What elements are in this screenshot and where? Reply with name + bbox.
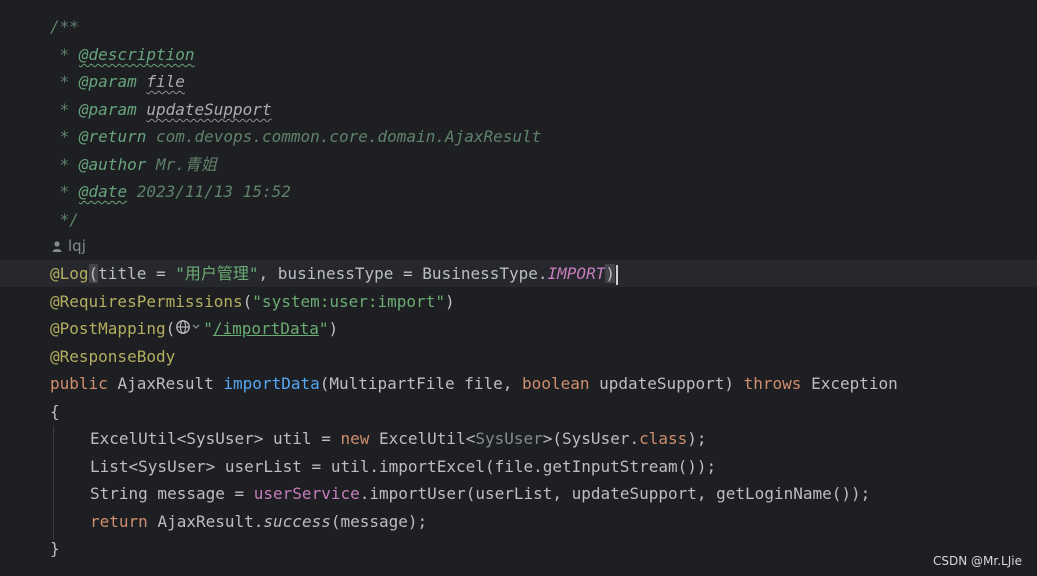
javadoc-description-line: * @description: [50, 45, 195, 64]
postmapping-url-link[interactable]: /importData: [213, 319, 319, 338]
code-line-return[interactable]: return AjaxResult.success(message);: [90, 508, 427, 535]
code-line-userlist[interactable]: List<SysUser> userList = util.importExce…: [90, 453, 716, 480]
javadoc-date-value: 2023/11/13 15:52: [136, 182, 291, 201]
code-line-open-brace[interactable]: {: [50, 398, 60, 425]
javadoc-param-file-line: * @param file: [50, 72, 185, 91]
javadoc-param-name: file: [146, 72, 185, 91]
code-line-requires-permissions[interactable]: @RequiresPermissions("system:user:import…: [50, 288, 455, 315]
javadoc-open: /**: [50, 17, 79, 36]
javadoc-return-tag: @return: [78, 127, 147, 146]
javadoc-param-tag: @param: [78, 100, 137, 119]
javadoc-date-tag: @date: [78, 182, 128, 201]
javadoc-param-name: updateSupport: [146, 100, 272, 119]
annotation-log: @Log: [50, 264, 89, 283]
code-line-excelutil[interactable]: ExcelUtil<SysUser> util = new ExcelUtil<…: [90, 425, 707, 452]
javadoc-close: */: [59, 210, 79, 229]
javadoc-param-update-line: * @param updateSupport: [50, 100, 272, 119]
code-line-log-annotation[interactable]: @Log(title = "用户管理", businessType = Busi…: [50, 260, 618, 287]
csdn-watermark: CSDN @Mr.LJie: [933, 554, 1022, 568]
author-name: lqj: [68, 237, 86, 255]
person-icon: [52, 237, 68, 255]
javadoc-author-tag: @author: [78, 155, 147, 174]
code-line-postmapping[interactable]: @PostMapping("/importData"): [50, 315, 338, 342]
javadoc-date-line: * @date 2023/11/13 15:52: [50, 182, 291, 201]
text-cursor: [615, 264, 618, 285]
javadoc-description-tag: @description: [78, 45, 195, 64]
editor-gutter[interactable]: [0, 0, 40, 576]
javadoc-author-line: * @author Mr.青姐: [50, 155, 217, 174]
indent-guide: [53, 426, 54, 540]
code-line-responsebody[interactable]: @ResponseBody: [50, 343, 175, 370]
annotation-responsebody: @ResponseBody: [50, 347, 176, 366]
javadoc-return-line: * @return com.devops.common.core.domain.…: [50, 127, 542, 146]
code-line-method-signature[interactable]: public AjaxResult importData(MultipartFi…: [50, 370, 898, 397]
userservice-field: userService: [253, 484, 360, 503]
import-constant: IMPORT: [547, 264, 606, 283]
annotation-postmapping: @PostMapping: [50, 319, 166, 338]
code-line-message[interactable]: String message = userService.importUser(…: [90, 480, 870, 507]
javadoc-return-value: com.devops.common.core.domain.AjaxResult: [155, 127, 542, 146]
code-editor[interactable]: /** * @description * @param file * @para…: [0, 0, 1037, 576]
code-line-close-brace[interactable]: }: [50, 535, 60, 562]
annotation-requires-permissions: @RequiresPermissions: [50, 292, 243, 311]
author-inlay-hint[interactable]: lqj: [52, 233, 86, 260]
javadoc-author-value: Mr.青姐: [155, 155, 217, 174]
javadoc-param-tag: @param: [78, 72, 137, 91]
method-name: importData: [223, 374, 320, 393]
log-title-string: "用户管理": [175, 264, 259, 283]
globe-icon[interactable]: [175, 316, 203, 343]
